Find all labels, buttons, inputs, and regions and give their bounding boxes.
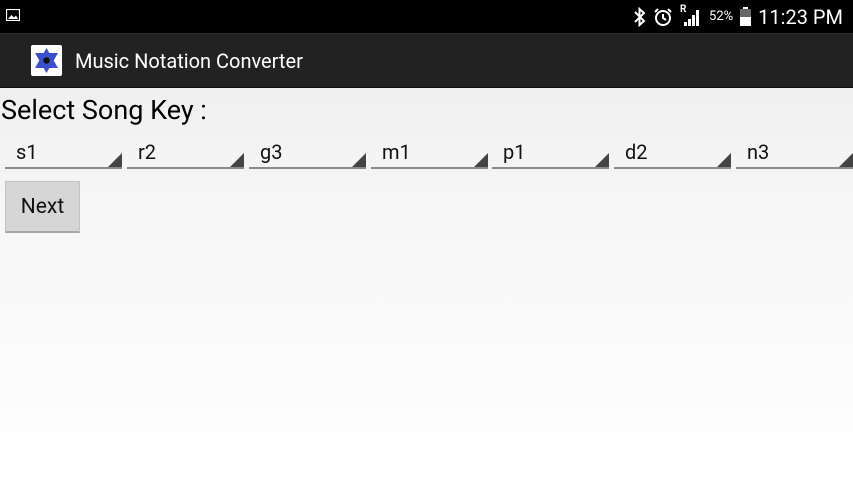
spinner-value: p1 [503, 140, 526, 164]
spinner-value: d2 [625, 140, 648, 164]
app-title: Music Notation Converter [75, 49, 303, 73]
spinner-value: g3 [260, 140, 283, 164]
key-spinner-1[interactable]: s1 [5, 139, 122, 169]
key-spinner-4[interactable]: m1 [371, 139, 488, 169]
app-icon[interactable] [31, 45, 62, 76]
key-spinner-2[interactable]: r2 [127, 139, 244, 169]
alarm-icon [654, 7, 672, 26]
key-spinner-7[interactable]: n3 [736, 139, 853, 169]
dropdown-arrow-icon [595, 153, 609, 167]
clock: 11:23 PM [758, 4, 843, 29]
key-spinner-6[interactable]: d2 [614, 139, 731, 169]
dropdown-arrow-icon [108, 153, 122, 167]
dropdown-arrow-icon [717, 153, 731, 167]
bluetooth-icon [634, 6, 646, 27]
spinner-value: r2 [138, 140, 157, 164]
dropdown-arrow-icon [474, 153, 488, 167]
battery-icon [740, 7, 752, 26]
key-spinner-5[interactable]: p1 [492, 139, 609, 169]
spinner-value: s1 [16, 140, 38, 164]
signal-icon: R [680, 4, 702, 28]
star-of-david-icon [35, 48, 58, 73]
dropdown-arrow-icon [352, 153, 366, 167]
status-bar: R 52% 11:23 PM [0, 0, 853, 33]
dropdown-arrow-icon [839, 153, 853, 167]
next-button[interactable]: Next [5, 181, 80, 233]
image-notification-icon [6, 9, 20, 21]
spinner-value: n3 [747, 140, 770, 164]
key-spinner-3[interactable]: g3 [249, 139, 366, 169]
action-bar: Music Notation Converter [0, 33, 853, 88]
select-song-key-label: Select Song Key : [1, 94, 207, 126]
dropdown-arrow-icon [230, 153, 244, 167]
battery-percent: 52% [709, 9, 734, 24]
spinner-value: m1 [382, 140, 411, 164]
